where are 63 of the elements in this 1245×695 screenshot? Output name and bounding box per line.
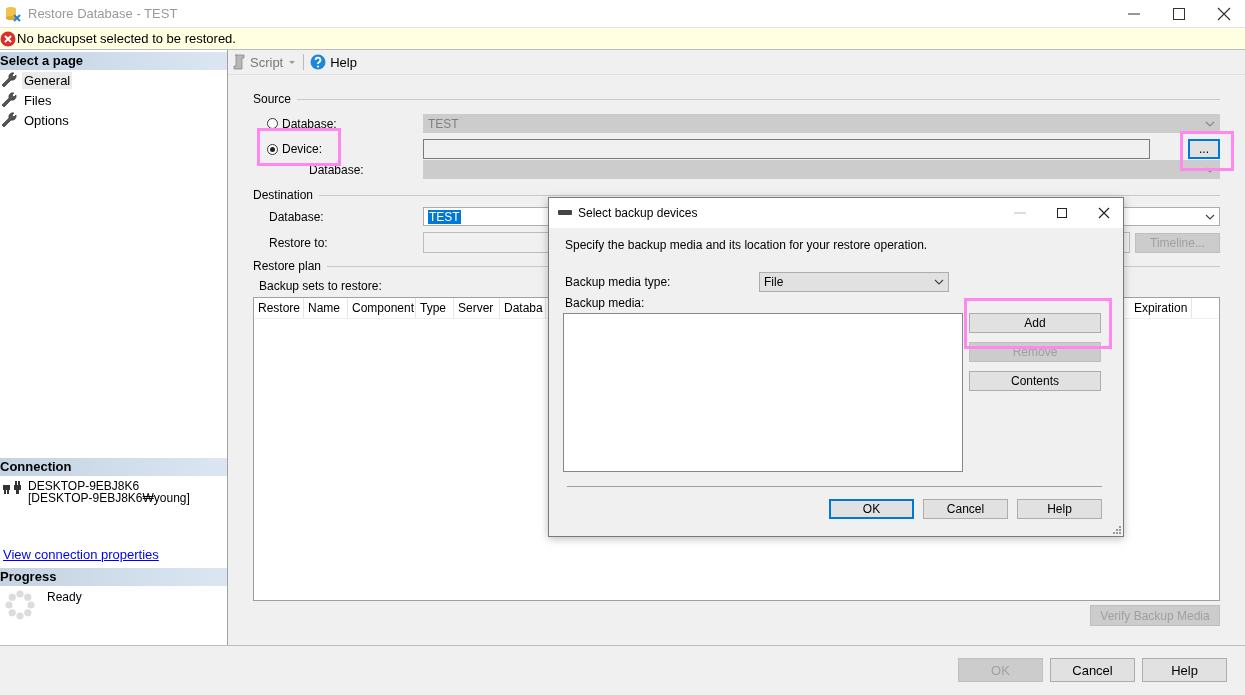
close-icon[interactable]	[1097, 206, 1111, 220]
wrench-icon	[0, 71, 18, 89]
dialog-button[interactable]: Cancel	[1050, 658, 1135, 682]
resize-grip-icon	[1113, 526, 1121, 534]
dialog-button[interactable]: Help	[1142, 658, 1227, 682]
dialog-button[interactable]: Help	[1017, 499, 1102, 519]
field-label: Database:	[269, 209, 324, 224]
progress-status: Ready	[47, 590, 82, 606]
page-item[interactable]: Options	[22, 111, 71, 129]
login-name: [DESKTOP-9EBJ8K6₩young]	[28, 492, 190, 504]
dialog-button[interactable]: OK	[829, 499, 914, 519]
field-label: Backup media type:	[565, 275, 671, 289]
maximize-icon[interactable]	[1055, 206, 1069, 220]
chevron-down-icon	[1205, 120, 1215, 127]
spinner-icon	[5, 590, 35, 620]
section-heading: Progress	[0, 568, 227, 586]
help-icon	[310, 54, 327, 70]
error-message: No backupset selected to be restored.	[17, 31, 236, 46]
radio-button[interactable]	[267, 118, 278, 129]
page-item[interactable]: Files	[22, 91, 54, 109]
instruction-text: Specify the backup media and its location for your restore operation.	[565, 238, 928, 252]
dialog-button[interactable]: Contents	[969, 371, 1101, 391]
plug-icon	[2, 480, 22, 494]
chevron-down-icon	[1205, 213, 1215, 220]
column-header: Type	[416, 298, 454, 318]
media-type-dropdown[interactable]: File	[759, 272, 949, 292]
section-heading: Restore plan	[253, 259, 322, 273]
dialog-button[interactable]: Cancel	[923, 499, 1008, 519]
column-header: Databa	[500, 298, 546, 318]
drive-icon	[558, 209, 572, 217]
field-label: Backup media:	[565, 296, 646, 310]
script-button[interactable]: Script	[250, 54, 284, 70]
device-field[interactable]	[423, 139, 1150, 159]
chevron-down-icon	[934, 279, 944, 285]
browse-button[interactable]: ...	[1188, 139, 1220, 159]
section-heading: Connection	[0, 458, 227, 476]
section-heading: Destination	[253, 188, 314, 202]
connection-properties-link[interactable]: View connection properties	[3, 547, 227, 562]
wrench-icon	[0, 111, 18, 129]
field-label: Database:	[309, 162, 364, 177]
column-header: Restore	[254, 298, 304, 318]
window-title: Restore Database - TEST	[28, 6, 178, 21]
section-heading: Select a page	[0, 52, 227, 70]
wrench-icon	[0, 91, 18, 109]
help-button[interactable]: Help	[330, 54, 357, 70]
page-item[interactable]: General	[22, 71, 73, 89]
database-icon	[4, 4, 22, 23]
highlight-frame	[1180, 131, 1234, 171]
field-label: Restore to:	[269, 235, 328, 250]
script-icon	[232, 54, 246, 70]
column-header: Server	[454, 298, 500, 318]
error-icon	[0, 30, 16, 47]
column-header: Name	[304, 298, 348, 318]
column-header: Component	[348, 298, 416, 318]
server-name: DESKTOP-9EBJ8K6	[28, 480, 141, 492]
dialog-title: Select backup devices	[578, 206, 698, 220]
field-label: Backup sets to restore:	[259, 279, 382, 293]
column-header: Expiration	[1130, 298, 1192, 318]
section-heading: Source	[253, 92, 292, 106]
radio-button[interactable]	[267, 143, 278, 155]
radio-label: Device:	[282, 142, 322, 156]
radio-label: Database:	[282, 116, 337, 131]
dialog-button[interactable]: Add	[969, 313, 1101, 333]
